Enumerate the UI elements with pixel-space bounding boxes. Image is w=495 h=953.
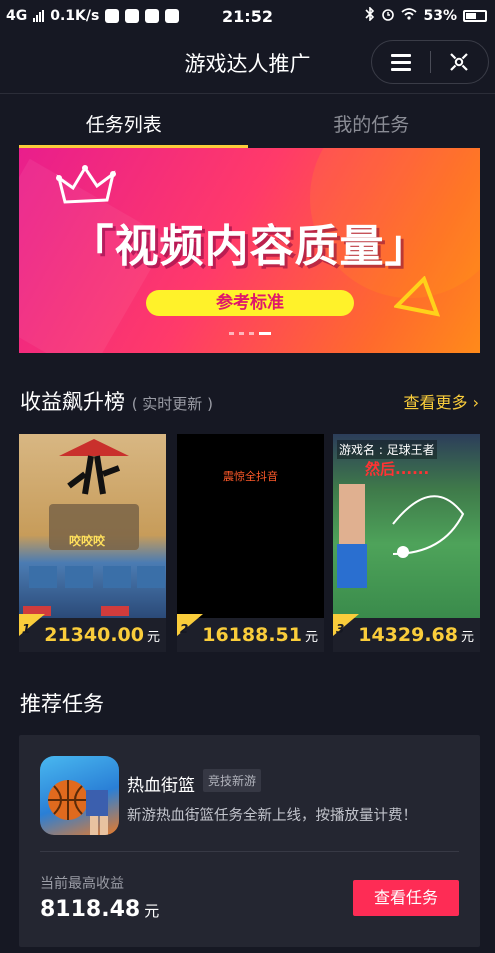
view-task-button[interactable]: 查看任务	[353, 880, 459, 916]
tab-task-list[interactable]: 任务列表	[0, 96, 248, 148]
tab-my-tasks[interactable]: 我的任务	[248, 96, 495, 148]
thumb-caption: 游戏名 : 足球王者	[337, 440, 437, 459]
basketball-icon	[48, 780, 108, 835]
task-name: 热血街篮	[127, 776, 195, 796]
qq-app-icon	[145, 9, 160, 23]
recommended-section-title: 推荐任务	[20, 692, 104, 716]
ranking-subtitle: ( 实时更新 )	[131, 395, 213, 413]
rank-card-3[interactable]: 游戏名 : 足球王者 然后...... 3 14329.68 元	[333, 434, 480, 652]
rank-thumbnail: 游戏名 : 足球王者 然后......	[333, 434, 480, 618]
rank-amount: 16188.51 元	[202, 624, 318, 646]
ranking-title: 收益飙升榜	[20, 390, 125, 414]
banner-headline: 「视频内容质量」	[69, 221, 430, 272]
chevron-right-icon: ›	[472, 393, 479, 412]
rank-number: 1	[22, 622, 31, 636]
earnings-label: 当前最高收益	[40, 876, 124, 892]
rank-card-2[interactable]: 震惊全抖音 2 16188.51 元	[177, 434, 324, 652]
pager-dot	[228, 332, 234, 335]
ranking-section-title: 收益飙升榜 ( 实时更新 )	[20, 386, 213, 416]
tab-bar: 任务列表 我的任务	[0, 96, 495, 148]
rank-card-1[interactable]: 咬咬咬 1 21340.00 元	[19, 434, 166, 652]
rank-amount-value: 14329.68	[358, 624, 458, 646]
video-app-icon	[105, 9, 120, 23]
banner-cta-button[interactable]: 参考标准	[146, 290, 354, 316]
crown-icon	[56, 165, 116, 204]
pinwheel-app-icon	[125, 9, 140, 23]
bluetooth-icon	[365, 6, 375, 25]
task-card[interactable]: 热血街篮 竞技新游 新游热血街篮任务全新上线，按播放量计费！ 当前最高收益 81…	[19, 735, 480, 947]
status-bar: 4G 0.1K/s 21:52 53%	[0, 0, 495, 32]
title-bar: 游戏达人推广	[0, 32, 495, 94]
rank-number: 3	[336, 622, 345, 636]
thumb-caption: 震惊全抖音	[223, 470, 278, 483]
rank-number: 2	[180, 622, 189, 636]
close-button[interactable]	[431, 41, 489, 83]
view-more-link[interactable]: 查看更多 ›	[403, 389, 479, 413]
card-divider	[40, 851, 459, 852]
pager-dot	[248, 332, 254, 335]
rank-amount-unit: 元	[460, 630, 474, 645]
pager-dot-active	[258, 332, 271, 335]
wifi-icon	[401, 8, 418, 24]
menu-button[interactable]	[372, 41, 430, 83]
thumb-caption-2: 然后......	[365, 460, 430, 478]
pager-dot	[238, 332, 244, 335]
task-description: 新游热血街篮任务全新上线，按播放量计费！	[127, 808, 417, 824]
view-more-label: 查看更多	[403, 393, 468, 412]
rank-amount-value: 16188.51	[202, 624, 302, 646]
mail-app-icon	[165, 9, 180, 23]
banner-pager	[19, 332, 480, 335]
rank-amount: 21340.00 元	[44, 624, 160, 646]
rank-amount-value: 21340.00	[44, 624, 144, 646]
game-scene-icon	[23, 439, 165, 616]
promo-banner[interactable]: 「视频内容质量」 参考标准	[19, 148, 480, 353]
rank-thumbnail: 咬咬咬	[19, 434, 166, 618]
battery-percent: 53%	[423, 8, 457, 24]
net-speed: 0.1K/s	[50, 8, 100, 24]
task-tag: 竞技新游	[203, 769, 262, 792]
alarm-icon	[381, 7, 395, 25]
battery-icon	[463, 10, 487, 22]
rank-thumbnail: 震惊全抖音	[177, 434, 324, 618]
menu-icon	[390, 54, 411, 71]
rank-amount-unit: 元	[146, 630, 160, 645]
rank-amount-unit: 元	[304, 630, 318, 645]
app-icon	[40, 756, 119, 835]
rank-amount: 14329.68 元	[358, 624, 474, 646]
earnings-unit: 元	[144, 902, 160, 920]
target-close-icon	[450, 53, 469, 71]
triangle-decoration-icon	[394, 276, 440, 317]
mini-program-capsule	[371, 40, 489, 84]
earnings-value: 8118.48 元	[40, 897, 159, 922]
thumb-caption: 咬咬咬	[69, 534, 106, 548]
network-label: 4G	[6, 8, 28, 24]
earnings-amount: 8118.48	[40, 897, 141, 922]
signal-icon	[33, 10, 45, 22]
